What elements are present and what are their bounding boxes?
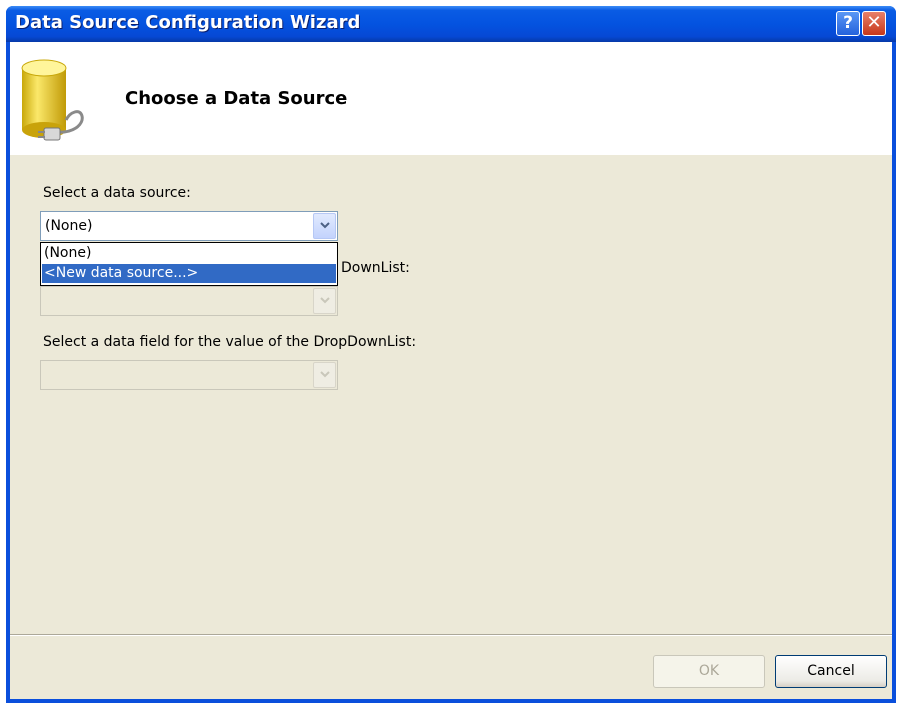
close-button[interactable]: ✕: [862, 11, 886, 36]
cancel-button[interactable]: Cancel: [775, 655, 887, 688]
help-button[interactable]: ?: [836, 11, 860, 36]
dialog-body: Choose a Data Source Select a data sourc…: [10, 42, 892, 699]
database-plug-icon: [21, 59, 84, 141]
data-source-value: (None): [45, 218, 93, 234]
display-field-label: DownList:: [341, 260, 410, 276]
chevron-down-icon: [320, 297, 330, 304]
data-source-dropdown-list[interactable]: (None) <New data source...>: [40, 242, 338, 286]
title-bar[interactable]: Data Source Configuration Wizard ? ✕: [6, 6, 896, 42]
chevron-down-icon: [320, 222, 330, 229]
window-title: Data Source Configuration Wizard: [15, 12, 361, 33]
wizard-header: Choose a Data Source: [10, 42, 892, 155]
dropdown-option-new-data-source[interactable]: <New data source...>: [42, 264, 336, 283]
value-field-label: Select a data field for the value of the…: [43, 334, 417, 350]
display-field-select[interactable]: [40, 286, 338, 316]
dropdown-button-disabled: [313, 288, 336, 314]
ok-button[interactable]: OK: [653, 655, 765, 688]
data-source-select[interactable]: (None): [40, 211, 338, 241]
dropdown-button[interactable]: [313, 213, 336, 239]
page-title: Choose a Data Source: [125, 88, 348, 109]
value-field-select[interactable]: [40, 360, 338, 390]
dropdown-button-disabled: [313, 362, 336, 388]
data-source-label: Select a data source:: [43, 185, 191, 201]
chevron-down-icon: [320, 371, 330, 378]
dropdown-option-none[interactable]: (None): [42, 244, 336, 263]
wizard-window: Data Source Configuration Wizard ? ✕ Cho…: [6, 6, 896, 703]
footer-separator: [10, 634, 892, 636]
